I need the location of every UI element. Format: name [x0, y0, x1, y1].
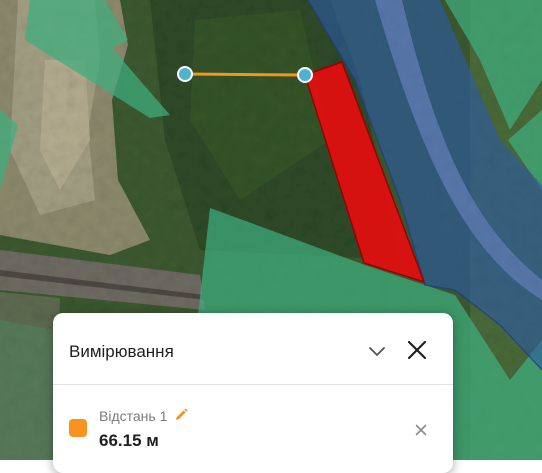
panel-title: Вимірювання [69, 342, 174, 361]
measurement-line [184, 72, 306, 77]
chevron-down-icon[interactable] [364, 338, 390, 364]
measurement-name: Відстань 1 [99, 408, 168, 424]
panel-header: Вимірювання [53, 313, 453, 384]
measurement-value: 66.15 м [99, 431, 159, 450]
close-icon[interactable] [414, 423, 428, 437]
measurement-color-swatch[interactable] [69, 419, 87, 437]
measurement-panel: Вимірювання Відстань 1 66.15 м [53, 313, 453, 473]
pencil-icon[interactable] [174, 408, 188, 422]
measure-point-start[interactable] [177, 66, 193, 82]
close-icon[interactable] [403, 336, 431, 364]
measure-point-end[interactable] [297, 67, 313, 83]
